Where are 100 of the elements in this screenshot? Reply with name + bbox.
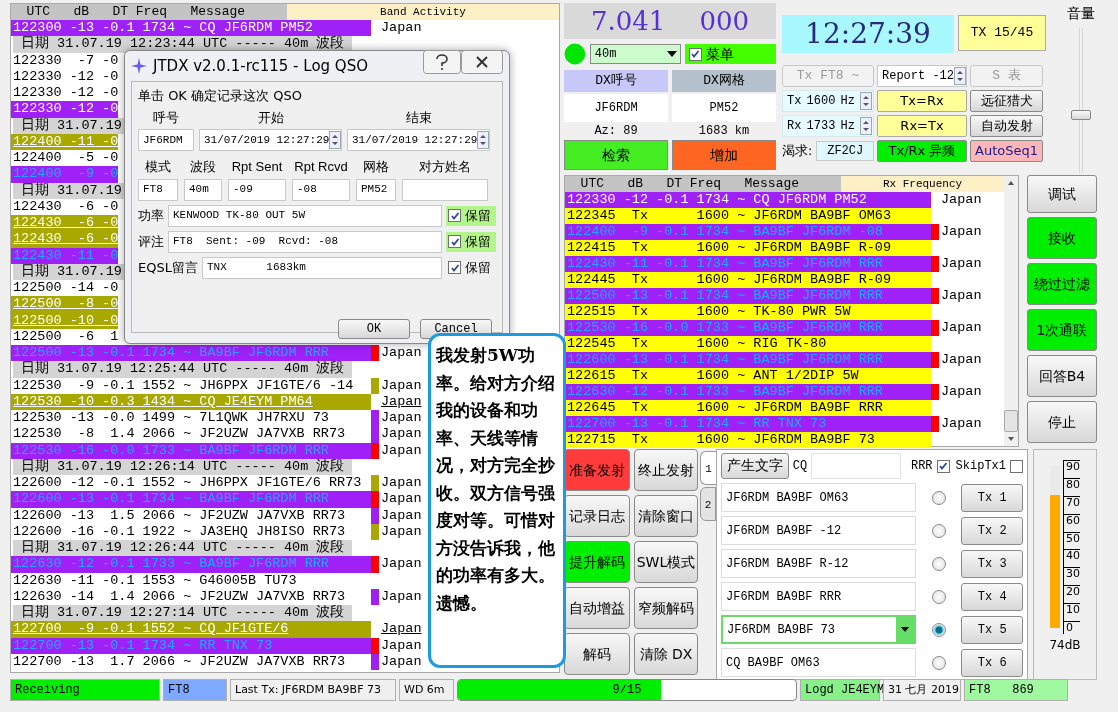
close-icon[interactable] [461,50,503,74]
message-combo[interactable]: JF6RDM BA9BF 73 [721,615,916,644]
input-field[interactable]: KENWOOD TK-80 OUT 5W [168,204,442,227]
input-field[interactable]: -08 [292,178,350,201]
control-button[interactable]: 解码 [564,633,630,675]
keep-toggle[interactable]: 保留 [446,231,496,252]
side-button[interactable]: 回答B4 [1027,355,1097,397]
control-button[interactable]: 清除窗口 [634,495,698,537]
menu-checkbox[interactable] [688,47,702,61]
input-field[interactable]: JF6RDM [138,129,194,151]
menu-toggle[interactable]: 菜单 [684,44,776,64]
keep-checkbox[interactable] [448,261,461,274]
datetime-spinbox[interactable]: 31/07/2019 12:27:29 [199,129,342,151]
message-radio[interactable] [931,622,946,637]
input-field[interactable]: FT8 [138,178,178,201]
dropdown-caret-icon [665,50,678,58]
lookup-button[interactable]: 检索 [564,140,668,170]
meter-scale-label: 60 [1064,513,1080,527]
country-name: Japan [380,653,422,670]
scrollbar-thumb[interactable] [1004,410,1018,432]
datetime-spinbox[interactable]: 31/07/2019 12:27:29 [347,129,490,151]
meter-scale-label: 30 [1064,567,1080,581]
action-button[interactable]: 远征猎犬 [970,90,1043,112]
action-button[interactable]: Tx=Rx [877,90,967,112]
tx-button[interactable]: Tx 1 [961,483,1023,512]
spin-arrows-icon[interactable] [329,131,342,149]
dialog-instruction: 单击 OK 确定记录这次 QSO [138,87,303,105]
spin-arrows-icon[interactable] [860,117,872,135]
message-field[interactable]: JF6RDM BA9BF -12 [721,516,916,545]
control-button[interactable]: 准备发射 [564,449,630,491]
message-field[interactable]: CQ BA9BF OM63 [721,648,916,677]
country-name: Japan [940,416,982,432]
keep-toggle[interactable]: 保留 [446,257,496,278]
control-button[interactable]: 记录日志 [564,495,630,537]
message-text: CQ BA9BF OM63 [726,654,820,672]
decode-message: 122300 -13 -0.1 1734 ~ CQ JF6RDM PM52 [11,20,371,37]
keep-checkbox[interactable] [448,235,461,248]
report-spinbox[interactable]: Report -12 [877,65,967,87]
spin-arrows-icon[interactable] [954,67,966,85]
action-button[interactable]: 自动发射 [970,115,1043,137]
keep-toggle[interactable]: 保留 [446,205,496,226]
message-radio[interactable] [931,589,946,604]
tx-button[interactable]: Tx 4 [961,582,1023,611]
message-field[interactable]: JF6RDM BA9BF RRR [721,582,916,611]
add-button[interactable]: 增加 [672,140,776,170]
side-button[interactable]: 调试 [1027,175,1097,213]
help-icon[interactable] [423,50,461,74]
tx-button[interactable]: Tx 6 [961,648,1023,677]
input-field[interactable]: TNX 1683km [201,256,442,279]
input-field[interactable]: 40m [184,178,222,201]
dropdown-caret-icon[interactable] [895,617,914,642]
field-label: 开始 [256,108,285,127]
spin-arrows-icon[interactable] [860,92,872,110]
side-button[interactable]: 停止 [1027,401,1097,443]
status-state: Receiving [10,679,160,701]
action-button[interactable]: AutoSeq1 [970,140,1043,162]
tx-period-button[interactable]: TX 15/45 [958,15,1046,51]
control-button[interactable]: 清除 DX [634,633,698,675]
rx-frequency-spinbox[interactable]: Rx 1733 Hz [782,115,874,137]
tx-frequency-spinbox[interactable]: Tx 1600 Hz [782,90,874,112]
decode-message: 122600 -13 -0.1 1734 ~ BA9BF JF6RDM RRR [565,352,931,368]
freq-unit: Hz [840,118,855,135]
input-field[interactable]: -09 [228,178,286,201]
band-select[interactable]: 40m [589,44,681,64]
message-radio[interactable] [931,490,946,505]
keep-checkbox[interactable] [448,209,461,222]
dialog-button[interactable]: OK [338,318,410,339]
rrr-checkbox[interactable] [936,459,950,473]
message-tab[interactable]: 1 [700,451,716,485]
tx-button[interactable]: Tx 2 [961,516,1023,545]
action-button[interactable]: Tx/Rx 异频 [877,140,967,162]
message-field[interactable]: JF6RDM BA9BF R-12 [721,549,916,578]
spin-arrows-icon[interactable] [477,131,490,149]
control-button[interactable]: 自动增益 [564,587,630,629]
message-radio[interactable] [931,655,946,670]
message-radio[interactable] [931,523,946,538]
input-field[interactable] [402,178,488,201]
skiptx1-checkbox[interactable] [1010,459,1023,473]
cq-field[interactable] [811,453,901,479]
tx-button[interactable]: Tx 5 [961,615,1023,644]
volume-slider-thumb[interactable] [1071,110,1091,120]
dialog-title: JTDX v2.0.1-rc115 - Log QSO [153,55,368,77]
meter-scale-label: 0 [1064,620,1080,634]
control-button[interactable]: SWL模式 [634,541,698,583]
side-button[interactable]: 1次通联 [1027,309,1097,351]
input-field[interactable]: FT8 Sent: -09 Rcvd: -08 [168,230,442,253]
side-button[interactable]: 绕过过滤 [1027,263,1097,305]
decode-message: 122500 -14 -0 [12,280,119,297]
wanted-field[interactable]: ZF2CJ [816,141,874,161]
control-button[interactable]: 提升解码 [564,541,630,583]
message-tab[interactable]: 2 [700,487,716,521]
tx-button[interactable]: Tx 3 [961,549,1023,578]
message-field[interactable]: JF6RDM BA9BF OM63 [721,483,916,512]
control-button[interactable]: 终止发射 [634,449,698,491]
message-radio[interactable] [931,556,946,571]
side-button[interactable]: 接收 [1027,217,1097,259]
action-button[interactable]: Rx=Tx [877,115,967,137]
control-button[interactable]: 窄频解码 [634,587,698,629]
input-field[interactable]: PM52 [356,178,396,201]
generate-messages-button[interactable]: 产生文字 [721,453,789,479]
